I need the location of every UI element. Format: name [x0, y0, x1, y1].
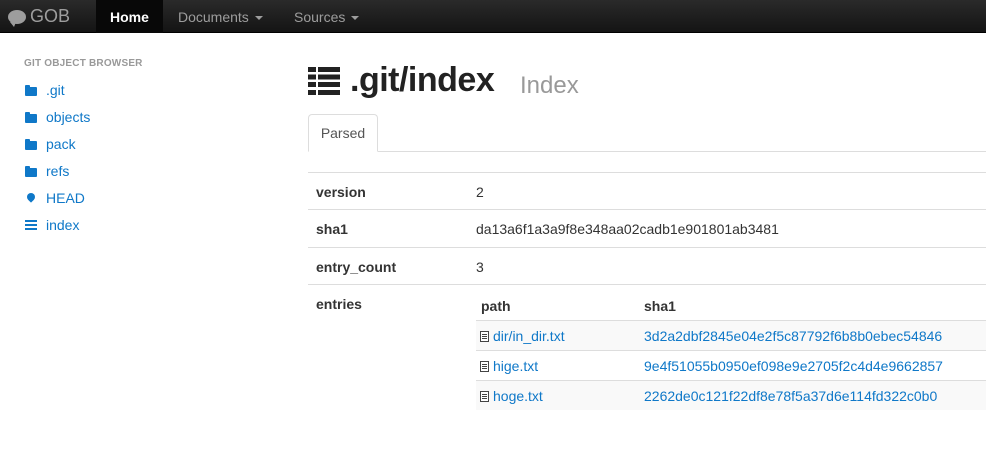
sidebar-item-objects[interactable]: objects [24, 107, 90, 127]
column-header-sha1: sha1 [644, 298, 676, 314]
comment-icon [8, 9, 26, 27]
sidebar-item-label: index [46, 217, 80, 233]
sidebar-item-label: refs [46, 163, 70, 179]
table-row: version 2 [308, 172, 986, 209]
sidebar-item-label: HEAD [46, 190, 85, 206]
entry-sha1-link[interactable]: 9e4f51055b0950ef098e9e2705f2c4d4e9662857 [644, 358, 943, 374]
row-key: sha1 [316, 221, 348, 237]
table-row: hige.txt 9e4f51055b0950ef098e9e2705f2c4d… [476, 350, 986, 380]
file-icon [480, 360, 489, 372]
sidebar-item-refs[interactable]: refs [24, 161, 69, 181]
entry-sha1-link[interactable]: 3d2a2dbf2845e04e2f5c87792f6b8b0ebec54846 [644, 328, 942, 344]
row-value: 3 [476, 259, 484, 275]
nav-documents-label: Documents [178, 8, 249, 25]
path-cell: dir/in_dir.txt [480, 328, 565, 344]
table-row: dir/in_dir.txt 3d2a2dbf2845e04e2f5c87792… [476, 320, 986, 350]
caret-down-icon [351, 15, 360, 20]
column-header-path: path [481, 298, 511, 314]
list-icon [24, 220, 38, 230]
folder-open-icon [24, 111, 38, 123]
sidebar-item-index[interactable]: index [24, 215, 79, 235]
table-row: sha1 da13a6f1a3a9f8e348aa02cadb1e901801a… [308, 209, 986, 247]
entry-sha1-link[interactable]: 2262de0c121f22df8e78f5a37d6e114fd322c0b0 [644, 388, 937, 404]
page-title: .git/index [350, 61, 495, 99]
list-icon [308, 67, 340, 95]
folder-open-icon [24, 84, 38, 96]
row-value: da13a6f1a3a9f8e348aa02cadb1e901801ab3481 [476, 221, 779, 237]
entry-path-link[interactable]: hige.txt [493, 358, 538, 374]
file-icon [480, 390, 489, 402]
sidebar-item-git[interactable]: .git [24, 80, 65, 100]
sidebar-item-pack[interactable]: pack [24, 134, 76, 154]
folder-open-icon [24, 138, 38, 150]
path-cell: hige.txt [480, 358, 538, 374]
row-key: entries [316, 296, 362, 312]
sidebar-item-head[interactable]: HEAD [24, 188, 85, 208]
map-marker-icon [24, 191, 38, 203]
sidebar-item-label: objects [46, 109, 91, 125]
top-navbar: GOB Home Documents Sources [0, 0, 986, 33]
tabs-border [308, 151, 986, 152]
table-row: hoge.txt 2262de0c121f22df8e78f5a37d6e114… [476, 380, 986, 410]
page-subtitle: Index [520, 72, 579, 99]
table-row: entry_count 3 [308, 247, 986, 284]
row-key: entry_count [316, 259, 397, 275]
nav-sources-dropdown[interactable]: Sources [280, 0, 373, 33]
sidebar-header: GIT OBJECT BROWSER [24, 58, 143, 69]
tab-parsed[interactable]: Parsed [308, 114, 378, 152]
file-icon [480, 330, 489, 342]
path-cell: hoge.txt [480, 388, 543, 404]
folder-open-icon [24, 165, 38, 177]
entry-path-link[interactable]: hoge.txt [493, 388, 543, 404]
sidebar-item-label: .git [46, 82, 65, 98]
sidebar-item-label: pack [46, 136, 76, 152]
brand-label: GOB [30, 6, 71, 26]
tab-parsed-label: Parsed [320, 125, 366, 141]
nav-sources-label: Sources [294, 8, 346, 25]
entries-table-header: path sha1 [476, 290, 986, 320]
brand[interactable]: GOB [8, 0, 70, 33]
row-value: 2 [476, 184, 484, 200]
caret-down-icon [254, 15, 263, 20]
nav-home-label: Home [110, 8, 149, 25]
nav-documents-dropdown[interactable]: Documents [164, 0, 277, 33]
row-key: version [316, 184, 366, 200]
entry-path-link[interactable]: dir/in_dir.txt [493, 328, 565, 344]
nav-home[interactable]: Home [96, 0, 163, 33]
